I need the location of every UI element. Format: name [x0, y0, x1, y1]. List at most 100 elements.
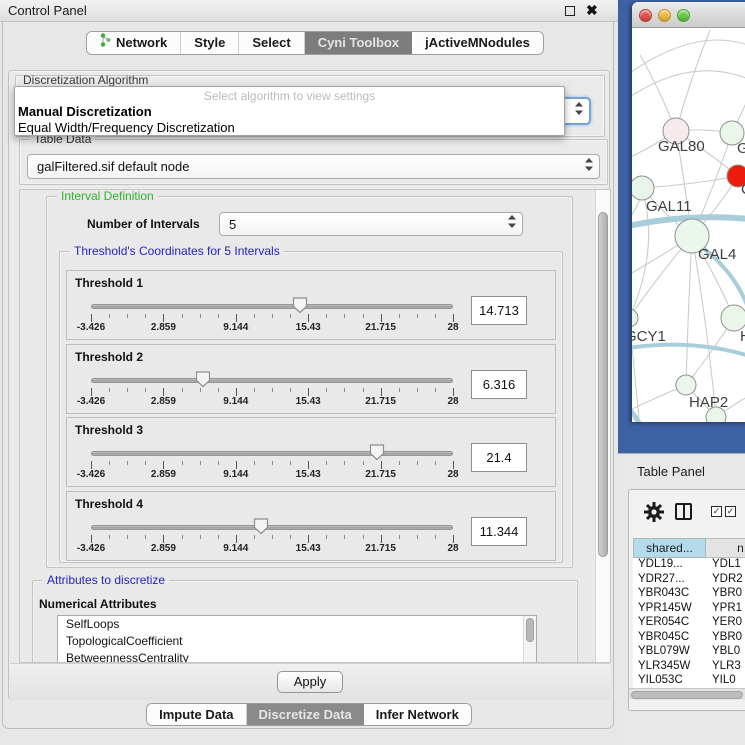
slider-track[interactable]: [91, 304, 453, 309]
tab-cyni-toolbox[interactable]: Cyni Toolbox: [305, 32, 412, 54]
network-node-gal11[interactable]: [632, 176, 654, 200]
tick-label: 15.43: [278, 396, 338, 407]
mac-close-button[interactable]: [639, 9, 652, 22]
network-graph: GAL80GCGAL11GAL4GCY1HHAP2: [632, 28, 745, 422]
mac-zoom-button[interactable]: [677, 9, 690, 22]
mac-minimize-button[interactable]: [658, 9, 671, 22]
tab-network[interactable]: Network: [87, 32, 181, 54]
cell-name: YDR2: [705, 573, 743, 588]
tick-mark: [200, 388, 201, 392]
tick-label: 9.144: [206, 396, 266, 407]
table-row[interactable]: YBR045CYBR0: [633, 631, 745, 646]
tab-infer-network[interactable]: Infer Network: [364, 704, 471, 725]
tick-mark: [109, 388, 110, 392]
algorithm-placeholder-option[interactable]: Select algorithm to view settings: [15, 89, 564, 103]
gear-icon[interactable]: [643, 501, 665, 528]
tick-mark: [399, 535, 400, 539]
tick-mark: [254, 535, 255, 539]
table-row[interactable]: YIL053CYIL0: [633, 674, 745, 688]
tab-jactivemnodules[interactable]: jActiveMNodules: [412, 32, 543, 54]
network-node-gcy1[interactable]: [632, 309, 638, 327]
tick-label: 15.43: [278, 543, 338, 554]
tick-mark: [272, 388, 273, 392]
numerical-attributes-list[interactable]: SelfLoopsTopologicalCoefficientBetweenne…: [57, 615, 537, 663]
algorithm-option-manual-discretization[interactable]: Manual Discretization: [18, 104, 152, 119]
tick-label: 9.144: [206, 543, 266, 554]
table-panel-title: Table Panel: [637, 464, 705, 479]
attributes-group-title: Attributes to discretize: [43, 573, 169, 587]
network-canvas[interactable]: GAL80GCGAL11GAL4GCY1HHAP2: [632, 28, 745, 422]
checkbox-icon[interactable]: ✓: [711, 506, 722, 517]
table-data-combobox[interactable]: galFiltered.sif default node: [27, 154, 600, 179]
tick-mark: [236, 388, 237, 396]
tick-mark: [145, 535, 146, 539]
column-header-shared-name[interactable]: shared...: [633, 538, 706, 558]
attributes-list-scrollbar[interactable]: [523, 616, 536, 662]
slider-track[interactable]: [91, 451, 453, 456]
table-header-row: shared... n...: [633, 538, 745, 558]
tab-select[interactable]: Select: [239, 32, 304, 54]
threshold-value-field[interactable]: 11.344: [471, 517, 527, 546]
tick-mark: [272, 314, 273, 318]
table-horizontal-scrollbar[interactable]: [629, 688, 745, 700]
tick-label: 21.715: [351, 543, 411, 554]
close-icon[interactable]: ✖: [586, 2, 598, 19]
cell-name: YBR0: [705, 631, 742, 646]
slider-track[interactable]: [91, 378, 453, 383]
tick-label: -3.426: [61, 543, 121, 554]
slider-track[interactable]: [91, 525, 453, 530]
tab-impute-data[interactable]: Impute Data: [147, 704, 246, 725]
tick-mark: [272, 535, 273, 539]
threshold-value-field[interactable]: 6.316: [471, 370, 527, 399]
apply-button[interactable]: Apply: [277, 671, 343, 693]
table-row[interactable]: YER054CYER0: [633, 616, 745, 631]
table-row[interactable]: YDL19...YDL1: [633, 558, 745, 573]
settings-vertical-scrollbar[interactable]: [595, 190, 610, 662]
tick-mark: [344, 388, 345, 392]
attribute-list-item[interactable]: BetweennessCentrality: [58, 650, 536, 663]
cell-shared-name: YER054C: [633, 616, 705, 631]
attribute-list-item[interactable]: TopologicalCoefficient: [58, 633, 536, 650]
tick-mark: [163, 461, 164, 469]
cell-shared-name: YDR27...: [633, 573, 705, 588]
checkbox-icon[interactable]: ✓: [725, 506, 736, 517]
tick-mark: [91, 535, 92, 543]
tab-discretize-data[interactable]: Discretize Data: [247, 704, 364, 725]
table-row[interactable]: YDR27...YDR2: [633, 573, 745, 588]
column-header-name[interactable]: n...: [706, 538, 745, 558]
table-row[interactable]: YPR145WYPR1: [633, 602, 745, 617]
slider-thumb[interactable]: [369, 444, 385, 461]
slider-thumb[interactable]: [253, 518, 269, 535]
slider-thumb[interactable]: [195, 371, 211, 388]
tick-label: 15.43: [278, 322, 338, 333]
attribute-list-item[interactable]: SelfLoops: [58, 616, 536, 633]
tick-label: -3.426: [61, 396, 121, 407]
tick-mark: [326, 535, 327, 539]
table-data-group: Table Data galFiltered.sif default node: [19, 139, 608, 185]
tick-label: 2.859: [133, 469, 193, 480]
tick-mark: [435, 535, 436, 539]
tick-mark: [381, 314, 382, 322]
threshold-label: Threshold 2: [75, 350, 143, 364]
scrollbar-thumb[interactable]: [631, 691, 743, 699]
cell-shared-name: YDL19...: [633, 558, 705, 573]
table-row[interactable]: YBR043CYBR0: [633, 587, 745, 602]
table-rows: YDL19...YDL1YDR27...YDR2YBR043CYBR0YPR14…: [633, 558, 745, 688]
table-row[interactable]: YLR345WYLR3: [633, 660, 745, 675]
table-row[interactable]: YBL079WYBL0: [633, 645, 745, 660]
network-node-hap2[interactable]: [676, 375, 696, 395]
slider-thumb[interactable]: [292, 297, 308, 314]
columns-icon[interactable]: [675, 503, 692, 520]
tab-style[interactable]: Style: [181, 32, 239, 54]
tick-mark: [399, 388, 400, 392]
scrollbar-thumb[interactable]: [526, 618, 534, 642]
network-node[interactable]: [706, 407, 726, 422]
number-of-intervals-spinner[interactable]: 5: [219, 212, 523, 236]
threshold-value-field[interactable]: 14.713: [471, 296, 527, 325]
tick-label: 2.859: [133, 322, 193, 333]
network-window-titlebar[interactable]: [632, 2, 745, 28]
float-window-icon[interactable]: [565, 6, 575, 16]
scrollbar-thumb[interactable]: [598, 212, 608, 557]
threshold-value-field[interactable]: 21.4: [471, 443, 527, 472]
algorithm-option-equal-width-frequency[interactable]: Equal Width/Frequency Discretization: [18, 120, 235, 135]
